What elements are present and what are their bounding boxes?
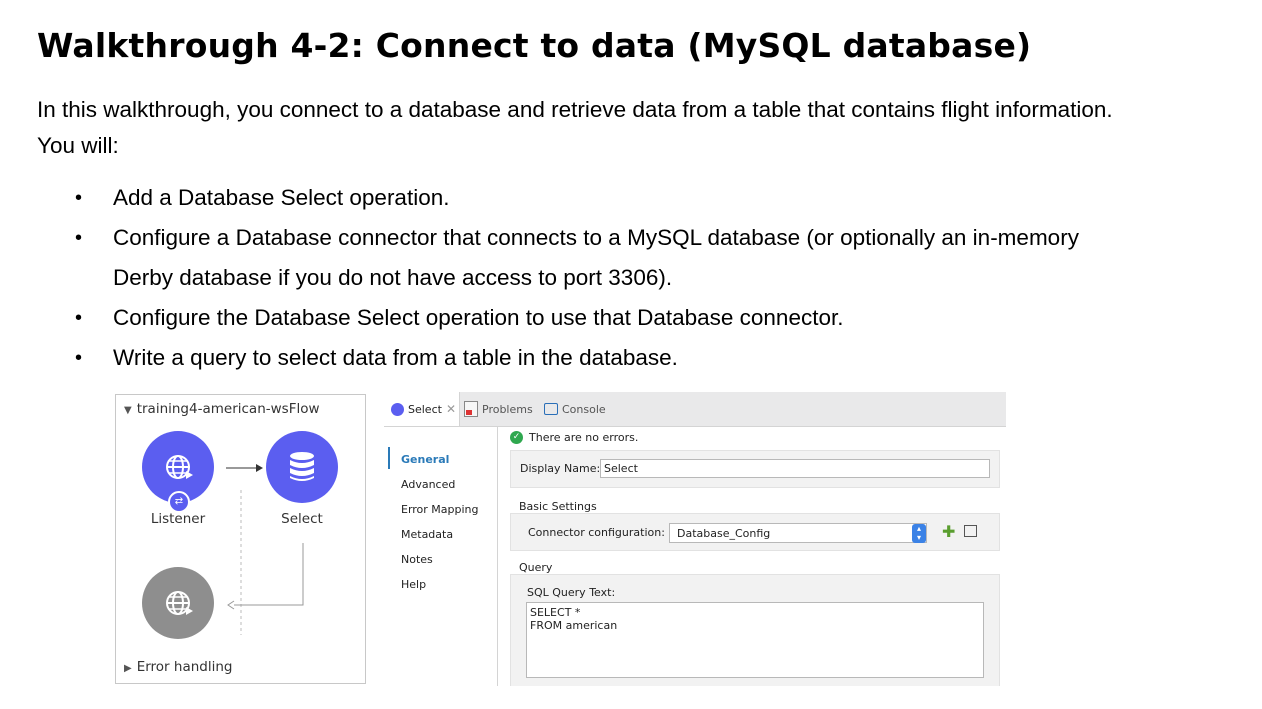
properties-panel: Select ✕ Problems Console General Advanc… [384,392,1006,686]
tab-select[interactable]: Select ✕ [384,392,460,426]
nav-general[interactable]: General [401,453,449,466]
general-content: ✓ There are no errors. Display Name: Sel… [498,427,1006,686]
display-name-label: Display Name: [520,462,601,475]
sql-query-label: SQL Query Text: [527,586,616,599]
display-name-field[interactable]: Select [600,459,990,478]
add-config-icon[interactable]: ✚ [942,523,955,541]
check-icon: ✓ [510,431,523,444]
globe-icon [166,455,193,479]
sql-query-textarea[interactable]: SELECT * FROM american [526,602,984,678]
nav-metadata[interactable]: Metadata [401,528,453,541]
dropdown-arrow-icon[interactable]: ▴ ▾ [912,524,926,543]
return-line [234,543,304,606]
bullet-dot: • [75,187,83,209]
listener-label: Listener [150,511,206,527]
tab-bar: Select ✕ Problems Console [384,392,1006,427]
source-badge-icon: ⇄ [168,491,190,513]
connector-config-select[interactable]: Database_Config ▴ ▾ [669,523,927,543]
tab-problems[interactable]: Problems [464,392,533,426]
bullet-dot: • [75,347,83,369]
error-handling-section[interactable]: ▶ Error handling [124,659,232,675]
intro-line-2: You will: [37,133,119,158]
edit-config-icon[interactable] [964,525,977,537]
list-item: • Configure a Database connector that co… [75,218,1173,298]
bullet-dot: • [75,307,83,329]
nav-help[interactable]: Help [401,578,426,591]
expand-triangle-icon[interactable]: ▶ [124,663,132,674]
display-name-box: Display Name: Select [510,450,1000,488]
query-heading: Query [519,561,553,574]
intro-paragraph: In this walkthrough, you connect to a da… [37,92,1237,164]
list-item: • Write a query to select data from a ta… [75,338,1173,378]
bullet-dot: • [75,227,83,249]
nav-advanced[interactable]: Advanced [401,478,455,491]
nav-notes[interactable]: Notes [401,553,433,566]
page-title: Walkthrough 4-2: Connect to data (MySQL … [37,26,1032,65]
arrow-head [256,464,263,472]
console-icon [544,403,558,415]
basic-settings-heading: Basic Settings [519,500,597,513]
connector-config-label: Connector configuration: [528,526,665,539]
problems-icon [464,401,478,417]
status-message: ✓ There are no errors. [510,431,638,444]
database-icon [290,452,314,481]
select-node[interactable] [266,431,338,503]
intro-line-1: In this walkthrough, you connect to a da… [37,97,1113,122]
globe-icon [166,591,193,615]
list-item: • Configure the Database Select operatio… [75,298,1173,338]
close-icon[interactable]: ✕ [446,402,456,416]
properties-nav: General Advanced Error Mapping Metadata … [384,427,498,686]
select-label: Select [281,511,323,527]
query-box: SQL Query Text: SELECT * FROM american [510,574,1000,686]
listener-node[interactable]: ⇄ [142,431,214,513]
return-arrow-head [227,600,235,610]
response-node[interactable] [142,567,214,639]
tab-console[interactable]: Console [544,392,606,426]
flow-connectors [226,464,304,635]
flow-canvas: ▼ training4-american-wsFlow ⇄ Listener S… [115,394,366,684]
nav-error-mapping[interactable]: Error Mapping [401,503,479,516]
db-tab-icon [391,402,404,416]
basic-settings-box: Connector configuration: Database_Config… [510,513,1000,551]
active-indicator [388,447,390,469]
list-item: • Add a Database Select operation. [75,178,1173,218]
